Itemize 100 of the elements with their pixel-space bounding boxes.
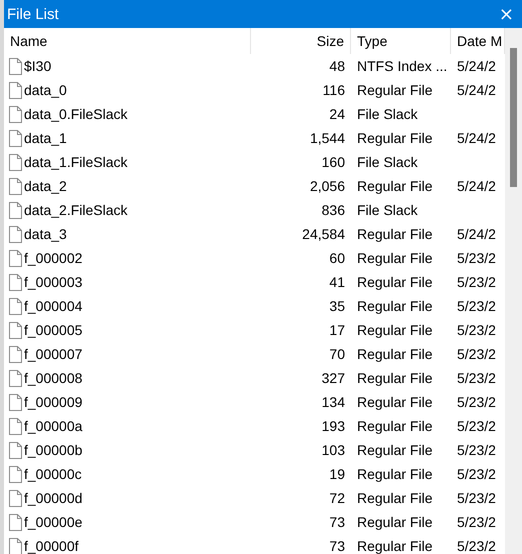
- file-name: f_00000b: [24, 442, 82, 458]
- file-size: 41: [328, 274, 346, 290]
- file-size: 17: [328, 322, 346, 338]
- scrollbar-thumb[interactable]: [510, 48, 517, 187]
- file-icon: [9, 106, 22, 122]
- file-type: Regular File: [356, 514, 434, 530]
- file-type: Regular File: [356, 82, 434, 98]
- file-size: 193: [320, 418, 346, 434]
- file-type: Regular File: [356, 346, 434, 362]
- file-name: f_000009: [24, 394, 82, 410]
- file-type: File Slack: [356, 202, 419, 218]
- file-type: Regular File: [356, 394, 434, 410]
- file-type: Regular File: [356, 298, 434, 314]
- file-size: 836: [320, 202, 346, 218]
- file-size: 134: [320, 394, 346, 410]
- column-header[interactable]: Name: [4, 28, 251, 54]
- file-name: data_3: [24, 226, 67, 242]
- file-date: 5/23/2: [456, 370, 497, 386]
- file-size: 103: [320, 442, 346, 458]
- file-size: 24: [328, 106, 346, 122]
- column-header[interactable]: Type: [351, 28, 451, 54]
- window-title: File List: [7, 6, 59, 22]
- file-icon: [9, 346, 22, 362]
- file-size: 48: [328, 58, 346, 74]
- file-date: 5/23/2: [456, 514, 497, 530]
- file-size: 72: [328, 490, 346, 506]
- file-date: 5/23/2: [456, 418, 497, 434]
- file-date: 5/23/2: [456, 274, 497, 290]
- file-date: 5/23/2: [456, 298, 497, 314]
- file-name: f_00000c: [24, 466, 82, 482]
- file-type: Regular File: [356, 130, 434, 146]
- file-date: 5/24/2: [456, 130, 497, 146]
- file-date: 5/24/2: [456, 58, 497, 74]
- file-icon: [9, 154, 22, 170]
- file-date: 5/24/2: [456, 178, 497, 194]
- file-size: 160: [320, 154, 346, 170]
- file-name: f_000002: [24, 250, 82, 266]
- file-icon: [9, 202, 22, 218]
- file-name: f_00000d: [24, 490, 82, 506]
- file-type: File Slack: [356, 106, 419, 122]
- file-icon: [9, 442, 22, 458]
- file-date: 5/23/2: [456, 442, 497, 458]
- file-date: 5/24/2: [456, 82, 497, 98]
- file-icon: [9, 418, 22, 434]
- file-type: Regular File: [356, 466, 434, 482]
- file-type: Regular File: [356, 322, 434, 338]
- file-name: data_1: [24, 130, 67, 146]
- file-type: Regular File: [356, 418, 434, 434]
- file-icon: [9, 130, 22, 146]
- file-icon: [9, 274, 22, 290]
- file-name: f_000007: [24, 346, 82, 362]
- file-icon: [9, 82, 22, 98]
- file-name: f_000003: [24, 274, 82, 290]
- file-date: 5/23/2: [456, 466, 497, 482]
- file-name: $I30: [24, 58, 52, 74]
- file-date: 5/23/2: [456, 394, 497, 410]
- file-icon: [9, 514, 22, 530]
- file-name: data_1.FileSlack: [24, 154, 128, 170]
- file-date: 5/23/2: [456, 538, 497, 554]
- file-date: 5/23/2: [456, 346, 497, 362]
- file-type: Regular File: [356, 178, 434, 194]
- file-icon: [9, 370, 22, 386]
- file-name: f_00000f: [24, 538, 78, 554]
- file-icon: [9, 466, 22, 482]
- file-icon: [9, 322, 22, 338]
- file-name: f_000008: [24, 370, 82, 386]
- file-name: data_0.FileSlack: [24, 106, 128, 122]
- file-size: 327: [320, 370, 346, 386]
- file-size: 116: [322, 82, 346, 98]
- file-icon: [9, 226, 22, 242]
- file-size: 35: [328, 298, 346, 314]
- file-name: data_2: [24, 178, 67, 194]
- file-type: NTFS Index ...: [356, 58, 448, 74]
- file-size: 1,544: [308, 130, 346, 146]
- close-button[interactable]: ×: [496, 4, 516, 24]
- file-name: data_0: [24, 82, 67, 98]
- file-size: 60: [328, 250, 346, 266]
- file-name: f_000005: [24, 322, 82, 338]
- file-name: f_00000a: [24, 418, 82, 434]
- file-icon: [9, 250, 22, 266]
- file-name: f_00000e: [24, 514, 82, 530]
- file-type: Regular File: [356, 442, 434, 458]
- column-header[interactable]: Size: [251, 28, 351, 54]
- file-date: 5/24/2: [456, 226, 497, 242]
- file-size: 73: [328, 538, 346, 554]
- file-type: File Slack: [356, 154, 419, 170]
- file-date: 5/23/2: [456, 490, 497, 506]
- file-size: 2,056: [308, 178, 346, 194]
- file-type: Regular File: [356, 370, 434, 386]
- file-size: 73: [328, 514, 346, 530]
- file-icon: [9, 490, 22, 506]
- file-type: Regular File: [356, 274, 434, 290]
- file-size: 70: [328, 346, 346, 362]
- file-icon: [9, 394, 22, 410]
- file-name: f_000004: [24, 298, 82, 314]
- file-icon: [9, 178, 22, 194]
- file-icon: [9, 58, 22, 74]
- file-size: 24,584: [301, 226, 346, 242]
- file-date: 5/23/2: [456, 322, 497, 338]
- scrollbar[interactable]: [505, 28, 522, 554]
